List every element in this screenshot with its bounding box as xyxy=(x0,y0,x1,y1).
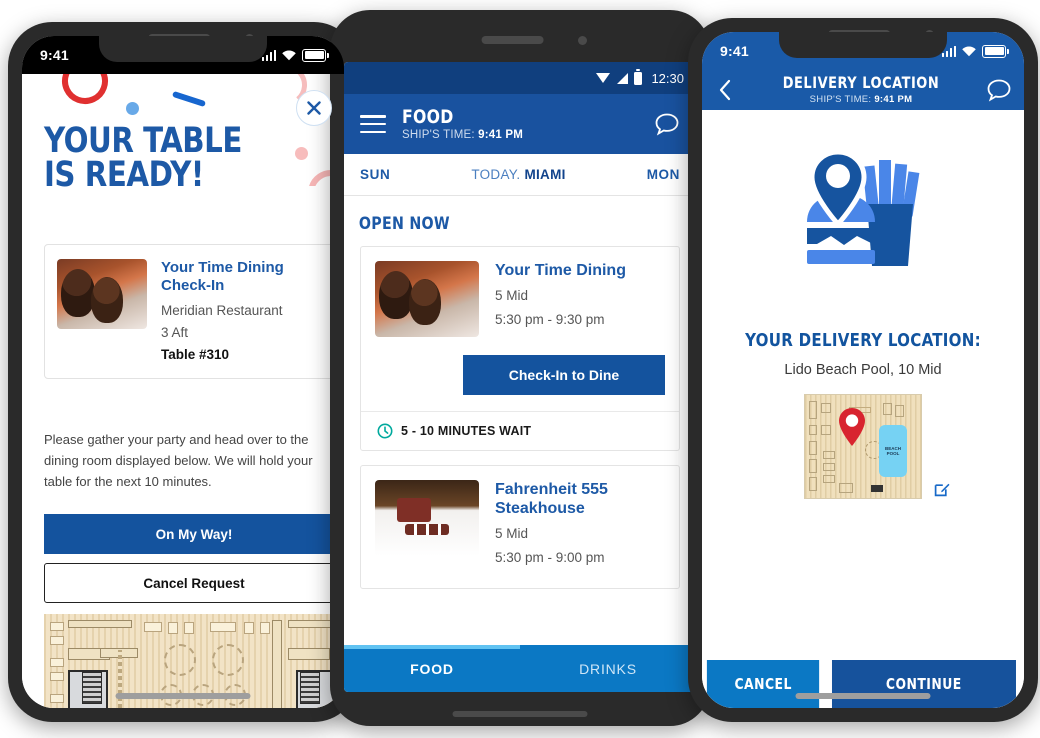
page-title: YOUR TABLE IS READY! xyxy=(44,121,242,196)
edit-icon[interactable] xyxy=(934,481,950,497)
phone-3-frame: 9:41 DELIVERY LOCATION SHIP'S TIME: 9:41… xyxy=(688,18,1038,722)
status-time: 12:30 xyxy=(651,70,684,86)
section-title: OPEN NOW xyxy=(358,214,450,234)
deck-location: 3 Aft xyxy=(161,324,189,340)
delivery-location-heading: YOUR DELIVERY LOCATION: xyxy=(745,330,981,351)
tab-drinks[interactable]: DRINKS xyxy=(520,645,696,692)
page-title-line-1: YOUR TABLE xyxy=(44,121,242,161)
chat-bubble-icon[interactable] xyxy=(986,78,1012,102)
earpiece-speaker xyxy=(481,36,544,44)
venue-name: Fahrenheit 555 Steakhouse xyxy=(495,481,608,518)
status-bar: 12:30 xyxy=(344,62,696,94)
dining-photo xyxy=(375,261,479,337)
ships-time-value: 9:41 PM xyxy=(478,129,524,142)
wait-time-text: 5 - 10 MINUTES WAIT xyxy=(401,424,532,438)
battery-icon xyxy=(634,69,643,85)
beach-pool-area: BEACH POOL xyxy=(879,425,907,477)
today-label: TODAY. MIAMI xyxy=(390,167,646,182)
today-port: MIAMI xyxy=(524,167,566,182)
wifi-icon xyxy=(962,46,976,57)
hamburger-menu-icon[interactable] xyxy=(360,115,386,133)
battery-icon xyxy=(302,48,329,62)
venue-card-2[interactable]: Fahrenheit 555 Steakhouse 5 Mid 5:30 pm … xyxy=(360,465,680,590)
back-chevron-icon[interactable] xyxy=(714,78,736,102)
instructions-text: Please gather your party and head over t… xyxy=(44,432,313,490)
page-title: DELIVERY LOCATION xyxy=(782,73,940,93)
venue-deck: 5 Mid xyxy=(495,288,529,304)
reservation-title: Your Time Dining Check-In xyxy=(161,259,284,295)
action-bar: CANCEL CONTINUE xyxy=(702,660,1024,708)
reservation-card[interactable]: Your Time Dining Check-In Meridian Resta… xyxy=(44,244,344,379)
home-indicator[interactable] xyxy=(452,711,588,717)
wifi-icon xyxy=(596,72,611,84)
close-icon xyxy=(307,101,321,115)
phone-1-screen: 9:41 YOUR TABLE IS READY! Your Time Dini… xyxy=(22,36,344,708)
notch xyxy=(779,32,947,58)
chat-bubble-icon[interactable] xyxy=(654,112,680,136)
venue-card-1[interactable]: Your Time Dining 5 Mid 5:30 pm - 9:30 pm… xyxy=(360,246,680,451)
cancel-request-button[interactable]: Cancel Request xyxy=(44,563,344,603)
deck-map-thumbnail[interactable]: BEACH POOL xyxy=(804,394,950,499)
cancel-button[interactable]: CANCEL xyxy=(706,660,820,708)
close-button[interactable] xyxy=(296,90,332,126)
confetti-dash-blue xyxy=(171,90,207,108)
phone-2-frame: 12:30 FOOD SHIP'S TIME: 9:41 PM SUN TODA… xyxy=(330,10,710,726)
page-title-line-2: IS READY! xyxy=(44,155,204,196)
phone-1-frame: 9:41 YOUR TABLE IS READY! Your Time Dini… xyxy=(8,22,358,722)
phone-2-screen: 12:30 FOOD SHIP'S TIME: 9:41 PM SUN TODA… xyxy=(344,62,696,692)
next-day-button[interactable]: MON xyxy=(647,167,680,182)
ships-time-value: 9:41 PM xyxy=(874,93,913,105)
ships-time: SHIP'S TIME: 9:41 PM xyxy=(736,94,986,105)
phone-3-content: YOUR DELIVERY LOCATION: Lido Beach Pool,… xyxy=(702,110,1024,708)
food-delivery-pin-icon xyxy=(783,144,943,304)
dining-photo xyxy=(57,259,147,329)
venue-list[interactable]: OPEN NOW Your Time Dining 5 Mid 5:30 pm … xyxy=(344,196,696,645)
home-indicator[interactable] xyxy=(115,693,251,699)
on-my-way-button[interactable]: On My Way! xyxy=(44,514,344,554)
status-time: 9:41 xyxy=(40,47,69,63)
phone-1-content: YOUR TABLE IS READY! Your Time Dining Ch… xyxy=(22,74,344,708)
beach-pool-label: BEACH POOL xyxy=(884,445,901,456)
battery-icon xyxy=(982,44,1009,58)
confetti-arc-red xyxy=(55,74,115,111)
today-text: TODAY. xyxy=(471,167,521,182)
bottom-tab-bar: FOOD DRINKS xyxy=(344,645,696,692)
home-indicator[interactable] xyxy=(795,693,931,699)
continue-button[interactable]: CONTINUE xyxy=(832,660,1017,708)
venue-hours: 5:30 pm - 9:00 pm xyxy=(495,550,605,566)
confetti-dot-blue xyxy=(126,102,139,115)
venue-deck: 5 Mid xyxy=(495,526,529,542)
steak-photo xyxy=(375,480,479,556)
wifi-icon xyxy=(282,50,296,61)
check-in-to-dine-button[interactable]: Check-In to Dine xyxy=(463,355,665,395)
restaurant-name: Meridian Restaurant xyxy=(161,302,283,318)
map-pin-icon xyxy=(839,408,865,446)
venue-name: Your Time Dining xyxy=(495,262,626,279)
notch xyxy=(99,36,267,62)
table-number: Table #310 xyxy=(161,346,230,362)
ships-time-label: SHIP'S TIME: xyxy=(809,93,872,105)
signal-triangle-icon xyxy=(617,72,629,84)
ships-time-label: SHIP'S TIME: xyxy=(402,129,475,142)
venue-hours: 5:30 pm - 9:30 pm xyxy=(495,312,605,328)
ships-time: SHIP'S TIME: 9:41 PM xyxy=(402,129,654,141)
app-bar: FOOD SHIP'S TIME: 9:41 PM xyxy=(344,94,696,154)
app-bar: DELIVERY LOCATION SHIP'S TIME: 9:41 PM xyxy=(702,70,1024,110)
clock-icon xyxy=(377,423,393,439)
phone-3-screen: 9:41 DELIVERY LOCATION SHIP'S TIME: 9:41… xyxy=(702,32,1024,708)
app-title: FOOD xyxy=(402,105,454,128)
tab-food[interactable]: FOOD xyxy=(344,645,520,692)
status-time: 9:41 xyxy=(720,43,749,59)
confetti-dot-pink xyxy=(295,147,308,160)
delivery-location-value: Lido Beach Pool, 10 Mid xyxy=(784,362,942,378)
front-camera xyxy=(578,36,587,45)
prev-day-button[interactable]: SUN xyxy=(360,167,390,182)
wait-time-row: 5 - 10 MINUTES WAIT xyxy=(361,411,679,450)
phone-mockup-stage: 9:41 YOUR TABLE IS READY! Your Time Dini… xyxy=(0,0,1040,738)
day-navigation-bar: SUN TODAY. MIAMI MON xyxy=(344,154,696,196)
